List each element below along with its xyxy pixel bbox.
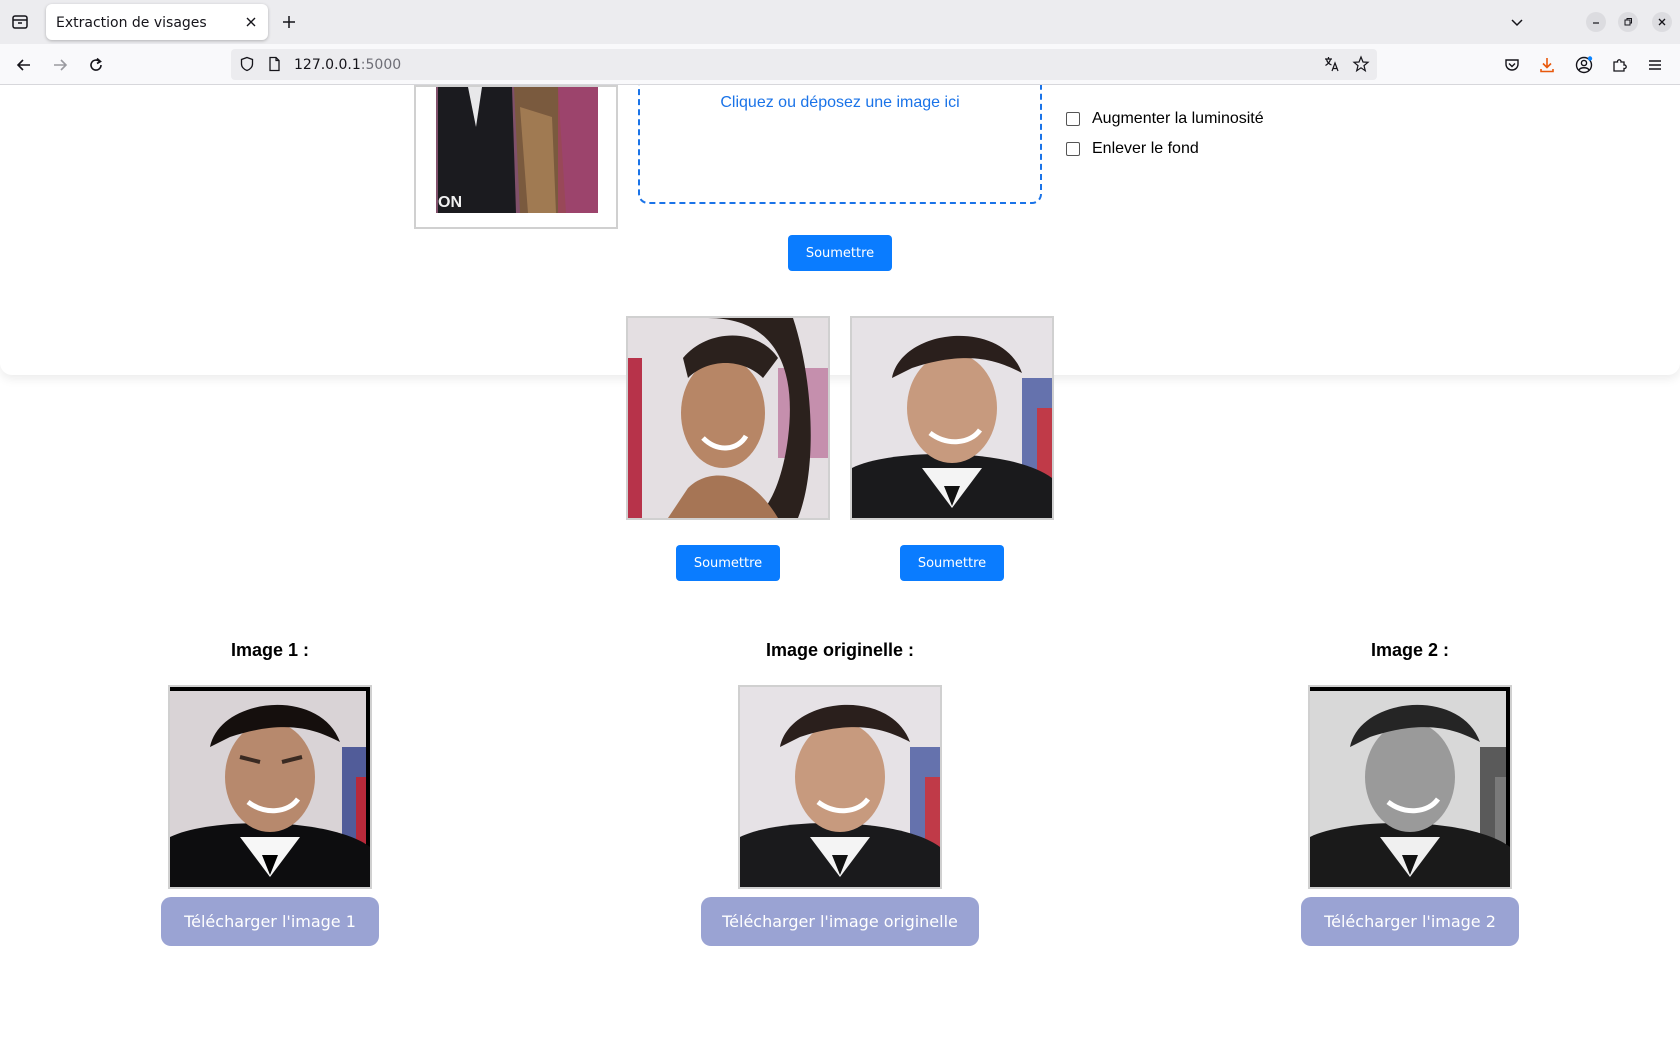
chevron-down-icon[interactable]	[1506, 11, 1528, 33]
upload-form-card: ON Cliquez ou déposez une image ici Augm…	[0, 85, 1680, 375]
result-title-image-1: Image 1 :	[230, 640, 310, 660]
restore-icon[interactable]	[1618, 12, 1638, 32]
url-port: :5000	[360, 57, 402, 73]
extracted-face-2[interactable]	[850, 316, 1054, 520]
option-label: Enlever le fond	[1092, 140, 1199, 157]
download-image-2-button[interactable]: Télécharger l'image 2	[1301, 897, 1519, 946]
browser-nav-bar: 127.0.0.1:5000	[0, 44, 1680, 85]
option-remove-background[interactable]: Enlever le fond	[1066, 140, 1199, 158]
dropzone-text: Cliquez ou déposez une image ici	[720, 94, 960, 111]
back-icon[interactable]	[11, 52, 37, 78]
pocket-icon[interactable]	[1499, 52, 1525, 78]
brightness-checkbox[interactable]	[1066, 112, 1080, 126]
browser-tab[interactable]: Extraction de visages	[46, 4, 268, 40]
download-image-1-button[interactable]: Télécharger l'image 1	[161, 897, 379, 946]
submit-upload-button[interactable]: Soumettre	[788, 235, 892, 271]
submit-face-2-button[interactable]: Soumettre	[900, 545, 1004, 581]
minimize-icon[interactable]	[1586, 12, 1606, 32]
translate-icon[interactable]	[1322, 54, 1342, 74]
result-title-image-2: Image 2 :	[1370, 640, 1450, 660]
result-image-1	[168, 685, 372, 889]
uploaded-image-preview: ON	[414, 85, 618, 229]
menu-icon[interactable]	[1642, 52, 1668, 78]
page-icon[interactable]	[264, 54, 284, 74]
submit-face-1-button[interactable]: Soumettre	[676, 545, 780, 581]
forward-icon[interactable]	[47, 52, 73, 78]
image-dropzone[interactable]: Cliquez ou déposez une image ici	[638, 85, 1042, 204]
option-brightness[interactable]: Augmenter la luminosité	[1066, 110, 1264, 128]
new-tab-icon[interactable]	[278, 11, 300, 33]
url-bar[interactable]: 127.0.0.1:5000	[231, 49, 1377, 80]
url-text: 127.0.0.1:5000	[294, 57, 401, 73]
page-viewport: ON Cliquez ou déposez une image ici Augm…	[0, 85, 1680, 1050]
extracted-face-1[interactable]	[626, 316, 830, 520]
browser-tab-bar: Extraction de visages	[0, 0, 1680, 44]
result-image-original	[738, 685, 942, 889]
option-label: Augmenter la luminosité	[1092, 110, 1264, 127]
account-icon[interactable]	[1571, 52, 1597, 78]
download-icon[interactable]	[1534, 52, 1560, 78]
url-host: 127.0.0.1	[294, 57, 361, 73]
window-close-icon[interactable]	[1652, 12, 1672, 32]
result-title-original: Image originelle :	[765, 640, 915, 660]
tab-list-icon[interactable]	[8, 10, 32, 34]
svg-text:ON: ON	[438, 194, 462, 211]
tab-title: Extraction de visages	[56, 15, 207, 31]
remove-background-checkbox[interactable]	[1066, 142, 1080, 156]
extensions-icon[interactable]	[1607, 52, 1633, 78]
reload-icon[interactable]	[83, 52, 109, 78]
shield-icon[interactable]	[237, 54, 257, 74]
close-icon[interactable]	[242, 13, 260, 31]
result-image-2	[1308, 685, 1512, 889]
bookmark-star-icon[interactable]	[1351, 54, 1371, 74]
download-original-button[interactable]: Télécharger l'image originelle	[701, 897, 979, 946]
